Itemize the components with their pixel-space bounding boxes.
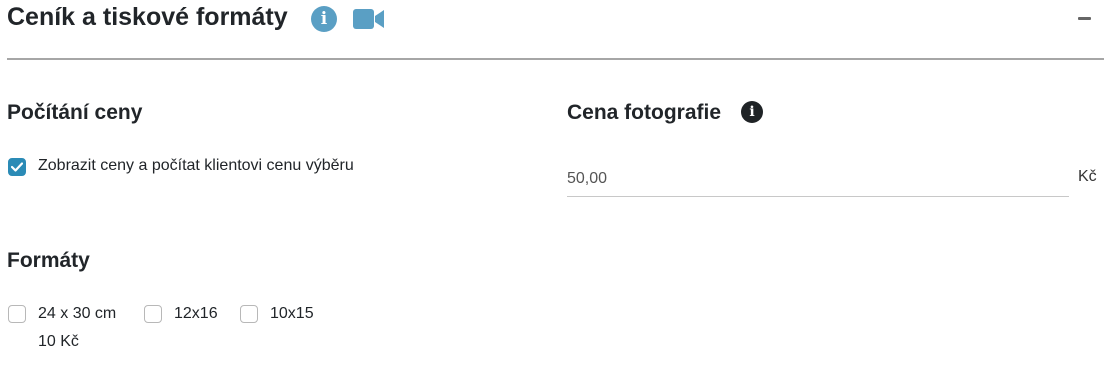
format-checkbox-12x16[interactable] xyxy=(144,305,162,323)
show-prices-checkbox[interactable] xyxy=(8,158,26,176)
format-label: 24 x 30 cm xyxy=(38,305,117,322)
collapse-button[interactable] xyxy=(1074,6,1098,30)
format-label: 12x16 xyxy=(174,305,218,322)
photo-price-heading: Cena fotografie xyxy=(567,101,722,124)
photo-price-input[interactable] xyxy=(567,161,1069,197)
format-price: 10 Kč xyxy=(38,333,79,350)
show-prices-label: Zobrazit ceny a počítat klientovi cenu v… xyxy=(38,157,354,174)
video-camera-icon[interactable] xyxy=(353,8,385,30)
section-header: Ceník a tiskové formáty i xyxy=(7,0,1104,60)
pricing-heading: Počítání ceny xyxy=(7,101,143,124)
format-checkbox-10x15[interactable] xyxy=(240,305,258,323)
info-icon[interactable]: i xyxy=(311,6,337,32)
formats-heading: Formáty xyxy=(7,249,90,272)
checkmark-icon xyxy=(11,162,23,172)
section-title: Ceník a tiskové formáty xyxy=(7,3,288,31)
format-checkbox-24x30[interactable] xyxy=(8,305,26,323)
info-icon[interactable]: i xyxy=(741,101,763,123)
currency-label: Kč xyxy=(1078,168,1097,185)
format-label: 10x15 xyxy=(270,305,314,322)
